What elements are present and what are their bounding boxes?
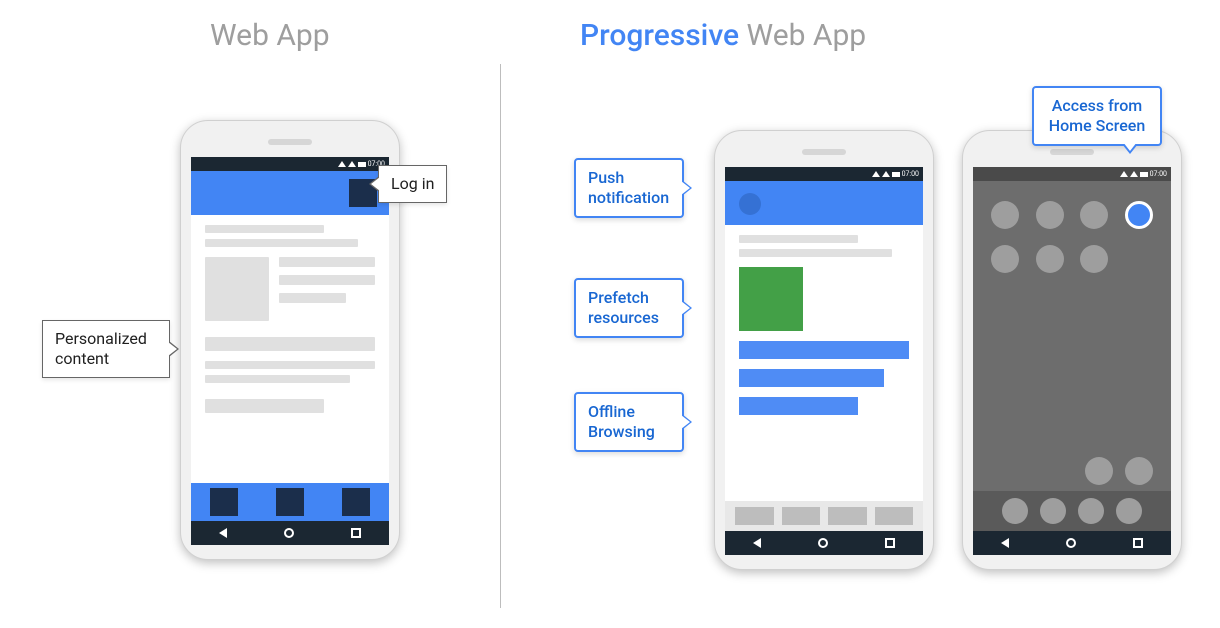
android-navbar (191, 521, 389, 545)
offline-content-bar (739, 341, 909, 359)
heading-web-app: Web App (210, 18, 330, 53)
callout-login: Log in (378, 165, 447, 203)
wifi-icon (1130, 171, 1138, 177)
content-area (191, 215, 389, 483)
tab-item[interactable] (875, 507, 914, 525)
content-area (725, 225, 923, 501)
signal-icon (338, 161, 346, 167)
back-icon[interactable] (753, 538, 761, 548)
battery-icon (1140, 172, 1148, 177)
callout-prefetch: Prefetch resources (574, 278, 684, 338)
pwa-home-icon[interactable] (1125, 201, 1153, 229)
home-icon[interactable] (284, 528, 294, 538)
callout-offline: Offline Browsing (574, 392, 684, 452)
dock-icon[interactable] (1040, 498, 1066, 524)
status-bar: 07:00 (725, 167, 923, 181)
phone-speaker (268, 139, 312, 145)
phone-screen: 07:00 (725, 167, 923, 555)
phone-home-screen: 07:00 (962, 130, 1182, 570)
app-icon[interactable] (1036, 245, 1064, 273)
android-navbar (973, 531, 1171, 555)
callout-text: Access from Home Screen (1049, 96, 1146, 135)
push-notification-icon[interactable] (739, 193, 761, 215)
text-placeholder (205, 239, 358, 247)
home-icon[interactable] (1066, 538, 1076, 548)
callout-personalized: Personalized content (42, 320, 170, 378)
tab-item[interactable] (828, 507, 867, 525)
status-clock: 07:00 (1150, 170, 1167, 178)
offline-content-bar (739, 369, 884, 387)
lower-icons (1085, 457, 1153, 485)
recents-icon[interactable] (351, 528, 361, 538)
android-navbar (725, 531, 923, 555)
callout-push: Push notification (574, 158, 684, 218)
app-icon[interactable] (1125, 457, 1153, 485)
heading-pwa-suffix: Web App (739, 18, 866, 53)
recents-icon[interactable] (1133, 538, 1143, 548)
back-icon[interactable] (219, 528, 227, 538)
app-header (191, 171, 389, 215)
home-screen: 07:00 (973, 167, 1171, 555)
battery-icon (358, 162, 366, 167)
wifi-icon (348, 161, 356, 167)
tab-item[interactable] (782, 507, 821, 525)
offline-content-bar (739, 397, 858, 415)
app-icon[interactable] (1036, 201, 1064, 229)
status-bar: 07:00 (191, 157, 389, 171)
callout-text: Push notification (588, 168, 669, 207)
wifi-icon (882, 171, 890, 177)
text-placeholder (279, 257, 375, 267)
phone-pwa-app: 07:00 (714, 130, 934, 570)
dock-icon[interactable] (1116, 498, 1142, 524)
phone-screen: 07:00 (191, 157, 389, 545)
heading-pwa-accent: Progressive (580, 18, 739, 53)
callout-text: Log in (391, 174, 434, 193)
recents-icon[interactable] (885, 538, 895, 548)
nav-item[interactable] (342, 488, 370, 516)
vertical-divider (500, 64, 501, 608)
app-icon[interactable] (991, 245, 1019, 273)
callout-text: Offline Browsing (588, 402, 655, 441)
heading-pwa: Progressive Web App (580, 18, 866, 53)
app-icon[interactable] (991, 201, 1019, 229)
phone-speaker (1050, 149, 1094, 155)
text-placeholder (279, 275, 375, 285)
callout-text: Prefetch resources (588, 288, 659, 327)
prefetched-resource-block (739, 267, 803, 331)
text-placeholder (739, 249, 892, 257)
app-header (725, 181, 923, 225)
app-icon[interactable] (1080, 245, 1108, 273)
callout-text: Personalized content (55, 329, 147, 368)
text-placeholder (739, 235, 858, 243)
text-placeholder (205, 225, 324, 233)
dock (973, 491, 1171, 531)
nav-item[interactable] (210, 488, 238, 516)
tab-row (725, 501, 923, 531)
text-placeholder (205, 361, 375, 369)
app-icon-grid (973, 181, 1171, 491)
text-placeholder (205, 375, 350, 383)
battery-icon (892, 172, 900, 177)
status-bar: 07:00 (973, 167, 1171, 181)
phone-web-app: 07:00 (180, 120, 400, 560)
text-placeholder (279, 293, 346, 303)
app-icon[interactable] (1085, 457, 1113, 485)
text-placeholder (205, 337, 375, 351)
phone-speaker (802, 149, 846, 155)
dock-icon[interactable] (1002, 498, 1028, 524)
diagram-canvas: Web App Progressive Web App 07:00 (0, 0, 1220, 628)
callout-home-screen: Access from Home Screen (1032, 86, 1162, 146)
home-icon[interactable] (818, 538, 828, 548)
bottom-nav (191, 483, 389, 521)
nav-item[interactable] (276, 488, 304, 516)
signal-icon (1120, 171, 1128, 177)
status-clock: 07:00 (902, 170, 919, 178)
image-placeholder (205, 257, 269, 321)
signal-icon (872, 171, 880, 177)
app-icon[interactable] (1080, 201, 1108, 229)
tab-item[interactable] (735, 507, 774, 525)
back-icon[interactable] (1001, 538, 1009, 548)
dock-icon[interactable] (1078, 498, 1104, 524)
text-placeholder (205, 399, 324, 413)
